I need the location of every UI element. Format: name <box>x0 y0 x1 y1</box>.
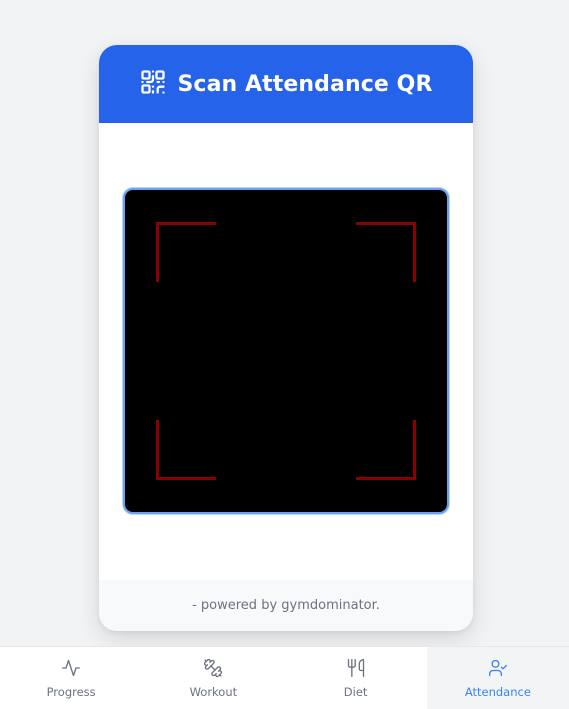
scan-card: Scan Attendance QR - powered by gymdomin… <box>99 45 473 631</box>
nav-item-attendance[interactable]: Attendance <box>426 647 569 709</box>
scanner-corner-bottom-right <box>356 420 416 480</box>
nav-label: Diet <box>343 684 368 699</box>
nav-item-progress[interactable]: Progress <box>0 647 142 709</box>
card-header: Scan Attendance QR <box>99 45 473 123</box>
scanner-corner-top-right <box>356 222 416 282</box>
nav-label: Workout <box>189 684 238 699</box>
nav-item-diet[interactable]: Diet <box>285 647 427 709</box>
page-title: Scan Attendance QR <box>177 71 433 97</box>
nav-label: Attendance <box>464 684 531 699</box>
powered-by-text: - powered by gymdominator. <box>192 598 380 613</box>
bottom-nav: Progress Workout Diet Attendance <box>0 646 569 709</box>
nav-item-workout[interactable]: Workout <box>142 647 284 709</box>
activity-icon <box>61 658 81 681</box>
scanner-corner-bottom-left <box>156 420 216 480</box>
utensils-icon <box>346 658 366 681</box>
qr-scanner-viewport[interactable] <box>123 188 449 514</box>
dumbbell-icon <box>203 658 223 681</box>
scanner-corner-top-left <box>156 222 216 282</box>
nav-label: Progress <box>46 684 96 699</box>
qr-code-icon <box>139 68 167 100</box>
user-check-icon <box>488 658 508 681</box>
card-footer: - powered by gymdominator. <box>99 580 473 631</box>
